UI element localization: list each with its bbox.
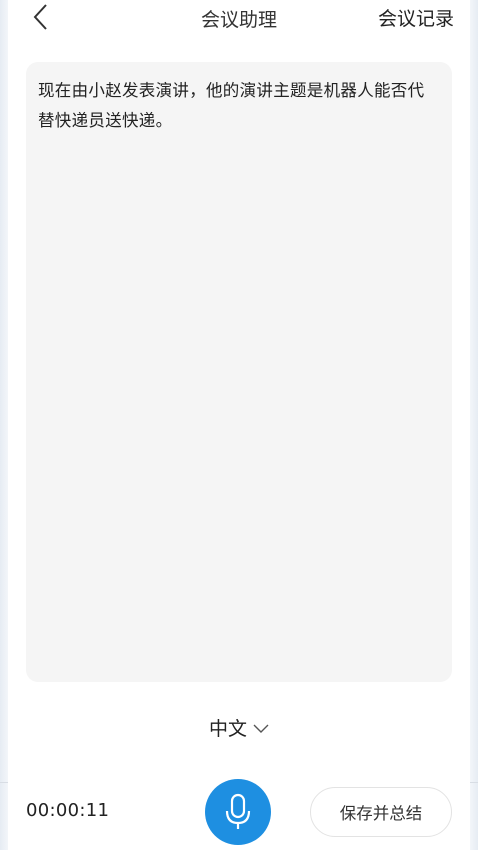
top-bar: 会议助理 会议记录 (0, 0, 478, 36)
recording-timer: 00:00:11 (26, 800, 110, 821)
language-selector[interactable]: 中文 (0, 714, 478, 741)
microphone-icon (225, 793, 251, 829)
meeting-records-link[interactable]: 会议记录 (378, 4, 454, 31)
divider (470, 782, 478, 783)
chevron-left-icon (33, 4, 47, 30)
save-and-summarize-button[interactable]: 保存并总结 (310, 787, 452, 837)
record-mic-button[interactable] (205, 779, 271, 845)
back-button[interactable] (28, 2, 56, 32)
language-label: 中文 (208, 718, 247, 740)
app-screen: 会议助理 会议记录 现在由小赵发表演讲，他的演讲主题是机器人能否代替快递员送快递… (0, 0, 478, 850)
transcript-text: 现在由小赵发表演讲，他的演讲主题是机器人能否代替快递员送快递。 (38, 81, 425, 130)
chevron-down-icon (253, 724, 269, 733)
divider (0, 782, 8, 783)
transcript-panel: 现在由小赵发表演讲，他的演讲主题是机器人能否代替快递员送快递。 (26, 62, 452, 682)
